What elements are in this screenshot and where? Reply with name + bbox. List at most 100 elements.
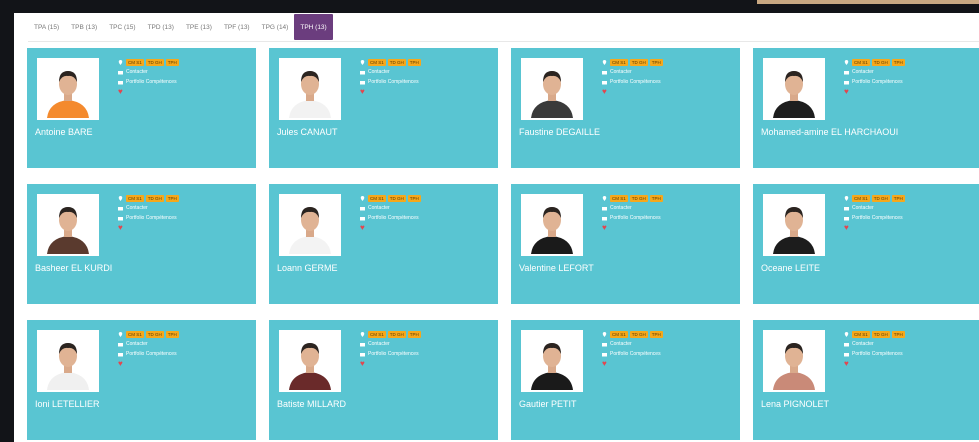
student-photo <box>37 330 99 392</box>
student-meta: CM S1 TD GH TPH Contacter Portfolio Comp… <box>844 193 907 233</box>
envelope-icon <box>360 206 365 210</box>
portfolio-link[interactable]: Portfolio Compétences <box>360 77 423 87</box>
portrait-icon <box>765 196 823 254</box>
student-meta: CM S1 TD GH TPH Contacter Portfolio Comp… <box>360 193 423 233</box>
student-card[interactable]: CM S1 TD GH TPH Contacter Portfolio Comp… <box>269 184 498 304</box>
group-badge: CM S1 <box>368 330 386 338</box>
student-card[interactable]: CM S1 TD GH TPH Contacter Portfolio Comp… <box>753 184 979 304</box>
student-card[interactable]: CM S1 TD GH TPH Contacter Portfolio Comp… <box>27 184 256 304</box>
heart-icon[interactable]: ♥ <box>118 360 123 368</box>
student-card[interactable]: CM S1 TD GH TPH Contacter Portfolio Comp… <box>511 184 740 304</box>
favorite-row: ♥ <box>118 223 181 233</box>
student-photo <box>763 330 825 392</box>
folder-icon <box>360 352 365 356</box>
student-photo <box>763 194 825 256</box>
portfolio-link[interactable]: Portfolio Compétences <box>844 77 907 87</box>
contact-label: Contacter <box>852 341 874 347</box>
group-badge: TPH <box>891 194 905 202</box>
contact-label: Contacter <box>610 69 632 75</box>
student-card[interactable]: CM S1 TD GH TPH Contacter Portfolio Comp… <box>511 48 740 168</box>
heart-icon[interactable]: ♥ <box>844 360 849 368</box>
student-card[interactable]: CM S1 TD GH TPH Contacter Portfolio Comp… <box>511 320 740 440</box>
group-badge: TD GH <box>145 330 164 338</box>
groups-row: CM S1 TD GH TPH <box>360 193 423 203</box>
contact-link[interactable]: Contacter <box>844 203 907 213</box>
contact-link[interactable]: Contacter <box>602 67 665 77</box>
portrait-icon <box>523 196 581 254</box>
heart-icon[interactable]: ♥ <box>360 360 365 368</box>
groups-row: CM S1 TD GH TPH <box>360 57 423 67</box>
student-meta: CM S1 TD GH TPH Contacter Portfolio Comp… <box>844 57 907 97</box>
portfolio-link[interactable]: Portfolio Compétences <box>118 213 181 223</box>
portfolio-link[interactable]: Portfolio Compétences <box>602 213 665 223</box>
portrait-icon <box>281 332 339 390</box>
student-photo <box>521 330 583 392</box>
tab-tpg[interactable]: TPG (14) <box>256 14 295 40</box>
envelope-icon <box>360 342 365 346</box>
contact-link[interactable]: Contacter <box>844 67 907 77</box>
student-name: Jules CANAUT <box>277 127 338 137</box>
heart-icon[interactable]: ♥ <box>602 88 607 96</box>
contact-link[interactable]: Contacter <box>118 203 181 213</box>
student-card[interactable]: CM S1 TD GH TPH Contacter Portfolio Comp… <box>753 320 979 440</box>
group-badge: TPH <box>165 58 179 66</box>
portfolio-link[interactable]: Portfolio Compétences <box>844 349 907 359</box>
heart-icon[interactable]: ♥ <box>118 224 123 232</box>
contact-link[interactable]: Contacter <box>360 339 423 349</box>
contact-link[interactable]: Contacter <box>118 67 181 77</box>
group-badge: CM S1 <box>852 194 870 202</box>
contact-label: Contacter <box>126 205 148 211</box>
location-pin-icon <box>844 195 849 201</box>
portfolio-link[interactable]: Portfolio Compétences <box>118 77 181 87</box>
heart-icon[interactable]: ♥ <box>844 88 849 96</box>
contact-link[interactable]: Contacter <box>360 67 423 77</box>
tab-tpe[interactable]: TPE (13) <box>180 14 218 40</box>
contact-link[interactable]: Contacter <box>118 339 181 349</box>
student-card[interactable]: CM S1 TD GH TPH Contacter Portfolio Comp… <box>27 320 256 440</box>
group-badge: TPH <box>649 330 663 338</box>
contact-link[interactable]: Contacter <box>360 203 423 213</box>
heart-icon[interactable]: ♥ <box>602 224 607 232</box>
groups-row: CM S1 TD GH TPH <box>360 329 423 339</box>
group-badge: TD GH <box>387 58 406 66</box>
tab-tpf[interactable]: TPF (13) <box>218 14 256 40</box>
portfolio-link[interactable]: Portfolio Compétences <box>602 349 665 359</box>
student-photo <box>763 58 825 120</box>
student-card[interactable]: CM S1 TD GH TPH Contacter Portfolio Comp… <box>753 48 979 168</box>
heart-icon[interactable]: ♥ <box>360 88 365 96</box>
portrait-icon <box>281 196 339 254</box>
favorite-row: ♥ <box>118 359 181 369</box>
group-badge: TPH <box>649 58 663 66</box>
tab-tph[interactable]: TPH (13) <box>294 14 333 40</box>
portfolio-label: Portfolio Compétences <box>368 351 419 357</box>
portfolio-link[interactable]: Portfolio Compétences <box>360 349 423 359</box>
portrait-icon <box>39 332 97 390</box>
heart-icon[interactable]: ♥ <box>602 360 607 368</box>
portfolio-link[interactable]: Portfolio Compétences <box>602 77 665 87</box>
tab-tpa[interactable]: TPA (15) <box>28 14 65 40</box>
student-card[interactable]: CM S1 TD GH TPH Contacter Portfolio Comp… <box>269 320 498 440</box>
tab-tpd[interactable]: TPD (13) <box>142 14 180 40</box>
heart-icon[interactable]: ♥ <box>360 224 365 232</box>
portfolio-label: Portfolio Compétences <box>126 215 177 221</box>
student-card[interactable]: CM S1 TD GH TPH Contacter Portfolio Comp… <box>27 48 256 168</box>
contact-link[interactable]: Contacter <box>602 203 665 213</box>
portfolio-link[interactable]: Portfolio Compétences <box>844 213 907 223</box>
group-badge: CM S1 <box>368 194 386 202</box>
portfolio-link[interactable]: Portfolio Compétences <box>118 349 181 359</box>
group-badge: CM S1 <box>852 58 870 66</box>
group-badge: CM S1 <box>610 194 628 202</box>
heart-icon[interactable]: ♥ <box>118 88 123 96</box>
contact-link[interactable]: Contacter <box>844 339 907 349</box>
content-panel: TPA (15) TPB (13) TPC (15) TPD (13) TPE … <box>14 13 979 442</box>
tab-tpc[interactable]: TPC (15) <box>103 14 141 40</box>
student-photo <box>521 194 583 256</box>
heart-icon[interactable]: ♥ <box>844 224 849 232</box>
portfolio-link[interactable]: Portfolio Compétences <box>360 213 423 223</box>
student-name: Mohamed-amine EL HARCHAOUI <box>761 127 899 137</box>
student-photo <box>279 194 341 256</box>
contact-link[interactable]: Contacter <box>602 339 665 349</box>
student-photo <box>279 330 341 392</box>
student-card[interactable]: CM S1 TD GH TPH Contacter Portfolio Comp… <box>269 48 498 168</box>
tab-tpb[interactable]: TPB (13) <box>65 14 103 40</box>
